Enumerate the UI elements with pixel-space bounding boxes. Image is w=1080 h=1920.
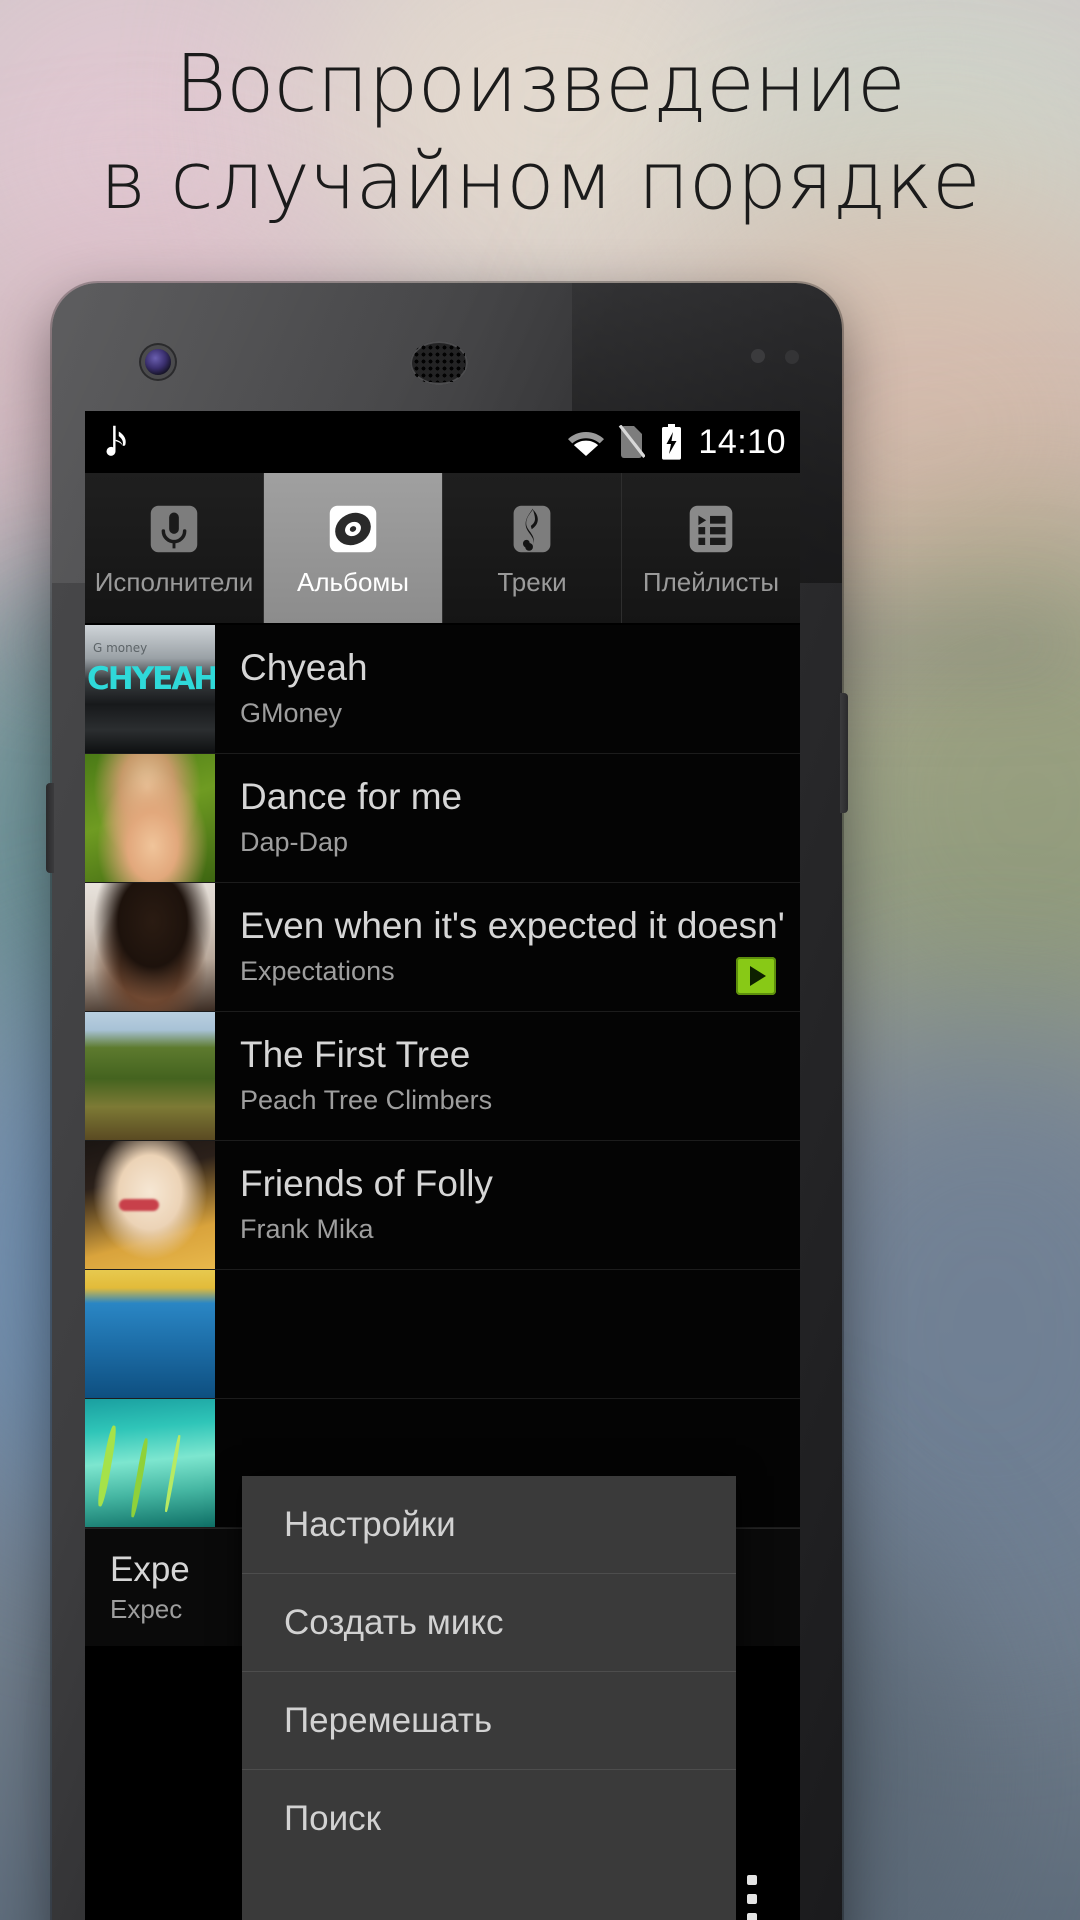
album-artist: Dap-Dap — [240, 827, 349, 858]
table-row[interactable]: Even when it's expected it doesn'.. Expe… — [85, 883, 800, 1012]
phone-screen: 14:10 Исполнители Альбомы Треки Плейлист… — [85, 411, 800, 1920]
album-artist: Expectations — [240, 956, 395, 987]
status-bar: 14:10 — [85, 411, 800, 473]
tab-artists[interactable]: Исполнители — [85, 473, 264, 623]
album-art — [85, 1141, 215, 1269]
treble-clef-icon — [513, 505, 551, 553]
tab-tracks[interactable]: Треки — [443, 473, 622, 623]
album-title: The First Tree — [240, 1033, 471, 1075]
battery-charging-icon — [662, 424, 682, 460]
album-title: Dance for me — [240, 775, 463, 817]
table-row[interactable]: The First Tree Peach Tree Climbers — [85, 1012, 800, 1141]
album-art — [85, 754, 215, 882]
volume-button[interactable] — [46, 783, 54, 873]
menu-item-create-mix[interactable]: Создать микс — [242, 1574, 736, 1672]
microphone-icon — [150, 505, 198, 553]
status-bar-clock: 14:10 — [698, 422, 786, 461]
album-row-text — [215, 1270, 800, 1398]
music-note-icon — [106, 425, 126, 456]
album-row-text: Even when it's expected it doesn'.. Expe… — [215, 883, 800, 1011]
playlist-icon — [689, 505, 733, 553]
album-title: Chyeah — [240, 646, 368, 688]
album-title: Even when it's expected it doesn'.. — [240, 904, 788, 946]
table-row[interactable]: Friends of Folly Frank Mika — [85, 1141, 800, 1270]
table-row[interactable]: Dance for me Dap-Dap — [85, 754, 800, 883]
tab-artists-label: Исполнители — [94, 567, 254, 597]
menu-item-shuffle[interactable]: Перемешать — [242, 1672, 736, 1770]
proximity-sensor — [751, 349, 765, 363]
album-art — [85, 883, 215, 1011]
album-art — [85, 1399, 215, 1527]
now-playing-text: Expe Expec — [85, 1550, 190, 1625]
status-bar-left — [103, 423, 133, 461]
overflow-menu: Настройки Создать микс Перемешать Поиск — [242, 1476, 736, 1920]
album-title: Friends of Folly — [240, 1162, 493, 1204]
tab-bar: Исполнители Альбомы Треки Плейлисты — [85, 473, 800, 625]
now-playing-title: Expe — [110, 1550, 190, 1589]
phone-mockup: 14:10 Исполнители Альбомы Треки Плейлист… — [46, 283, 848, 1920]
status-bar-right: 14:10 — [568, 423, 786, 462]
album-art — [85, 625, 215, 753]
tab-playlists-label: Плейлисты — [642, 567, 780, 597]
now-playing-subtitle: Expec — [110, 1594, 183, 1624]
album-art — [85, 1012, 215, 1140]
album-artist: GMoney — [240, 698, 343, 729]
menu-item-settings[interactable]: Настройки — [242, 1476, 736, 1574]
now-playing-indicator-icon — [736, 957, 776, 995]
power-button[interactable] — [840, 693, 848, 813]
tab-albums-label: Альбомы — [297, 567, 409, 597]
overflow-menu-icon[interactable] — [724, 1853, 780, 1920]
tab-albums[interactable]: Альбомы — [264, 473, 443, 623]
table-row[interactable]: Chyeah GMoney — [85, 625, 800, 754]
tab-tracks-label: Треки — [497, 567, 567, 597]
table-row[interactable] — [85, 1270, 800, 1399]
earpiece-speaker — [410, 341, 468, 385]
album-row-text: Dance for me Dap-Dap — [215, 754, 800, 882]
tab-playlists[interactable]: Плейлисты — [622, 473, 800, 623]
album-row-text: Chyeah GMoney — [215, 625, 800, 753]
page-title: Воспроизведение в случайном порядке — [0, 44, 1080, 221]
headline-line-1: Воспроизведение — [174, 38, 906, 130]
vinyl-record-icon — [329, 505, 377, 553]
headline-line-2: в случайном порядке — [99, 134, 981, 227]
album-row-text: The First Tree Peach Tree Climbers — [215, 1012, 800, 1140]
album-artist: Frank Mika — [240, 1214, 374, 1245]
album-row-text: Friends of Folly Frank Mika — [215, 1141, 800, 1269]
wifi-icon — [568, 432, 605, 456]
album-art — [85, 1270, 215, 1398]
no-sim-icon — [619, 425, 646, 458]
menu-item-search[interactable]: Поиск — [242, 1770, 736, 1868]
album-artist: Peach Tree Climbers — [240, 1085, 493, 1116]
front-camera-icon — [145, 349, 171, 375]
